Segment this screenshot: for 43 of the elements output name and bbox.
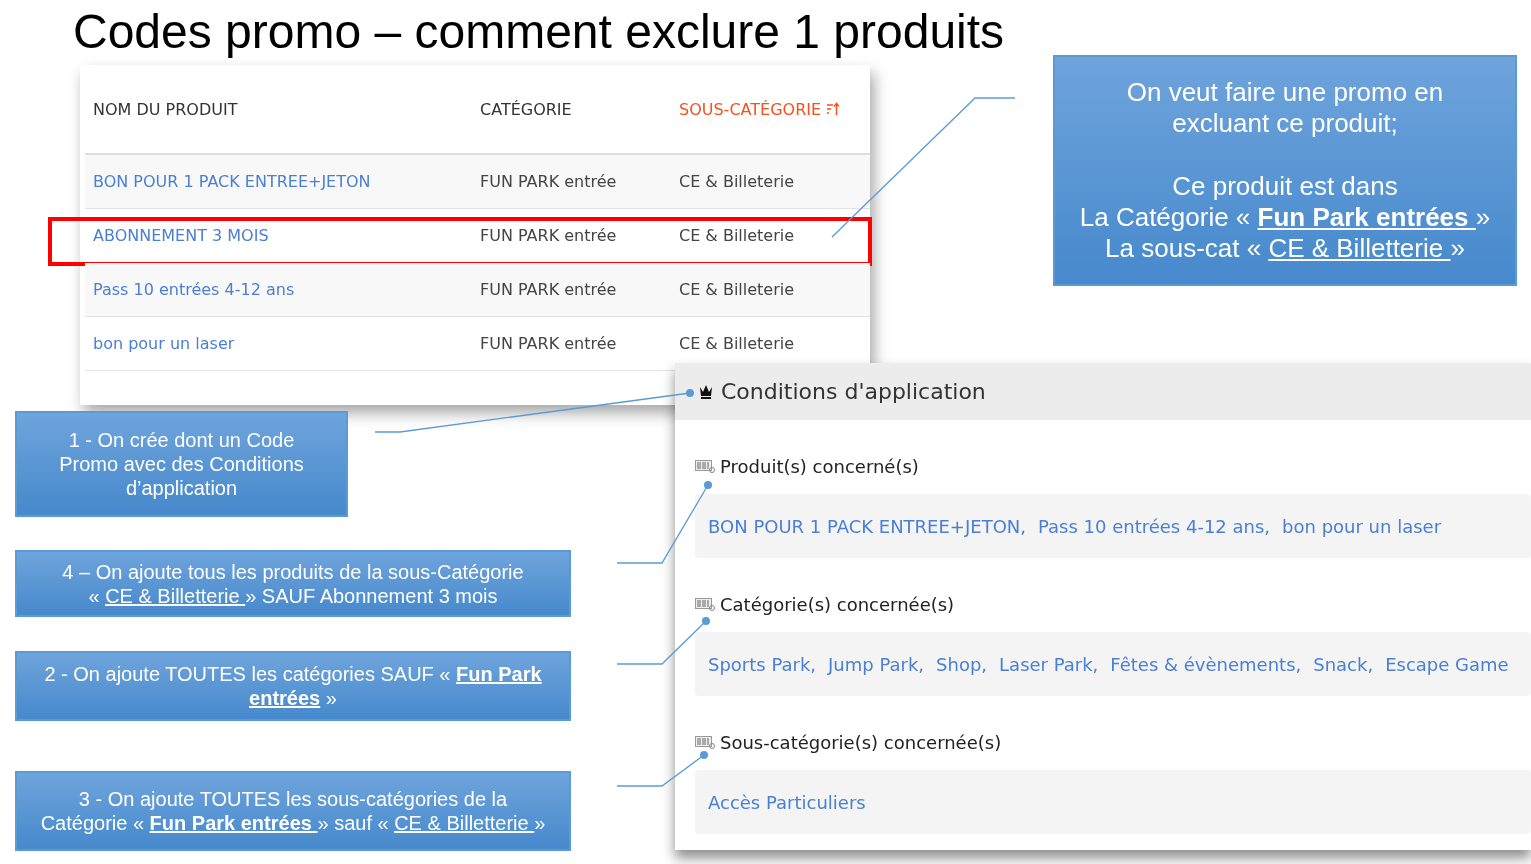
tag-link[interactable]: bon pour un laser [1282, 515, 1442, 537]
table-cell-text: FUN PARK entrée [479, 280, 618, 299]
tag-link[interactable]: Pass 10 entrées 4-12 ans, [1038, 515, 1271, 537]
product-link[interactable]: ABONNEMENT 3 MOIS [85, 226, 472, 245]
table-row[interactable]: Pass 10 entrées 4-12 ans FUN PARK entrée CE & Billeterie [85, 263, 870, 317]
tag-link[interactable]: Snack, [1313, 653, 1374, 675]
slide-title: Codes promo – comment exclure 1 produits [73, 4, 1005, 59]
section-label: Catégorie(s) concernée(s) [720, 593, 955, 615]
table-cell-text: CE & Billeterie [678, 334, 796, 353]
tag-link[interactable]: Shop, [936, 653, 988, 675]
tag-link[interactable]: Sports Park, [708, 653, 817, 675]
tag-link[interactable]: Fêtes & évènements, [1110, 653, 1302, 675]
column-header[interactable]: SOUS-CATÉGORIE [671, 99, 870, 119]
table-cell-text: FUN PARK entrée [479, 226, 618, 245]
barcode-icon [695, 459, 715, 473]
table-row[interactable]: BON POUR 1 PACK ENTREE+JETON FUN PARK entrée CE & Billeterie [85, 155, 870, 209]
table-cell-text: CE & Billeterie [678, 226, 796, 245]
tag-link[interactable]: Accès Particuliers [708, 791, 866, 813]
callout-text: 1 - On crée dont un Code Promo avec des Conditions d’application [58, 428, 305, 500]
barcode-icon [695, 597, 715, 611]
table-cell-text: FUN PARK entrée [479, 334, 618, 353]
section-label: Sous-catégorie(s) concernée(s) [720, 731, 1002, 753]
tag-link[interactable]: Jump Park, [828, 653, 925, 675]
product-link[interactable]: Pass 10 entrées 4-12 ans [85, 280, 472, 299]
tag-link[interactable]: BON POUR 1 PACK ENTREE+JETON, [708, 515, 1026, 537]
callout-text: 2 - On ajoute TOUTES les catégories SAUF « Fun Park entrées » [43, 662, 543, 710]
column-header[interactable]: NOM DU PRODUIT [85, 99, 472, 119]
tag-link[interactable]: Laser Park, [999, 653, 1099, 675]
panel-title: Conditions d'application [721, 379, 986, 404]
crown-icon [699, 383, 713, 400]
callout-text: 4 – On ajoute tous les produits de la sous-Catégorie « CE & Billetterie » SAUF Abonnement 3 mois [62, 559, 524, 608]
tag-link[interactable]: Escape Game [1385, 653, 1509, 675]
sort-icon [827, 102, 840, 116]
barcode-icon [695, 735, 715, 749]
product-link[interactable]: bon pour un laser [85, 334, 472, 353]
product-link[interactable]: BON POUR 1 PACK ENTREE+JETON [85, 172, 472, 191]
table-cell-text: FUN PARK entrée [479, 172, 618, 191]
column-header[interactable]: CATÉGORIE [472, 99, 671, 119]
callout-text: 3 - On ajoute TOUTES les sous-catégories de la Catégorie « Fun Park entrées » sauf « CE & Billetterie » [39, 787, 547, 835]
section-label: Produit(s) concerné(s) [720, 455, 919, 477]
table-cell-text: CE & Billeterie [678, 172, 796, 191]
callout-text: On veut faire une promo en excluant ce produit; Ce produit est dans La Catégorie « Fun Park entrées » La sous-cat « CE & Billetterie » [1079, 76, 1491, 265]
table-cell-text: CE & Billeterie [678, 280, 796, 299]
